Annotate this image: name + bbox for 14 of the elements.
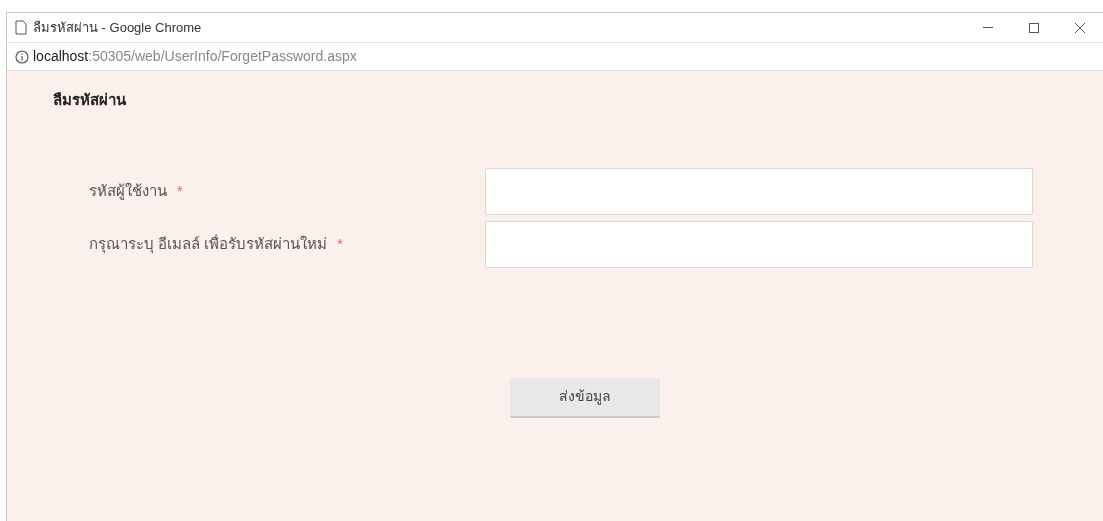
submit-button[interactable]: ส่งข้อมูล (510, 377, 660, 418)
input-field[interactable] (485, 220, 1033, 268)
page-heading: ลืมรหัสผ่าน (53, 90, 127, 110)
close-icon[interactable] (1075, 22, 1085, 33)
window-title: ลืมรหัสผ่าน - Google Chrome (33, 18, 202, 37)
required-mark: * (177, 181, 183, 201)
maximize-icon[interactable] (1029, 22, 1039, 33)
info-icon[interactable] (15, 49, 29, 64)
field-label: กรุณาระบุ อีเมลล์ เพื่อรับรหัสผ่านใหม่ (89, 233, 328, 256)
required-mark: * (337, 234, 343, 254)
input-field[interactable] (485, 167, 1033, 215)
minimize-icon[interactable] (983, 26, 993, 29)
field-label: รหัสผู้ใช้งาน (89, 180, 167, 202)
page-icon (15, 20, 27, 35)
